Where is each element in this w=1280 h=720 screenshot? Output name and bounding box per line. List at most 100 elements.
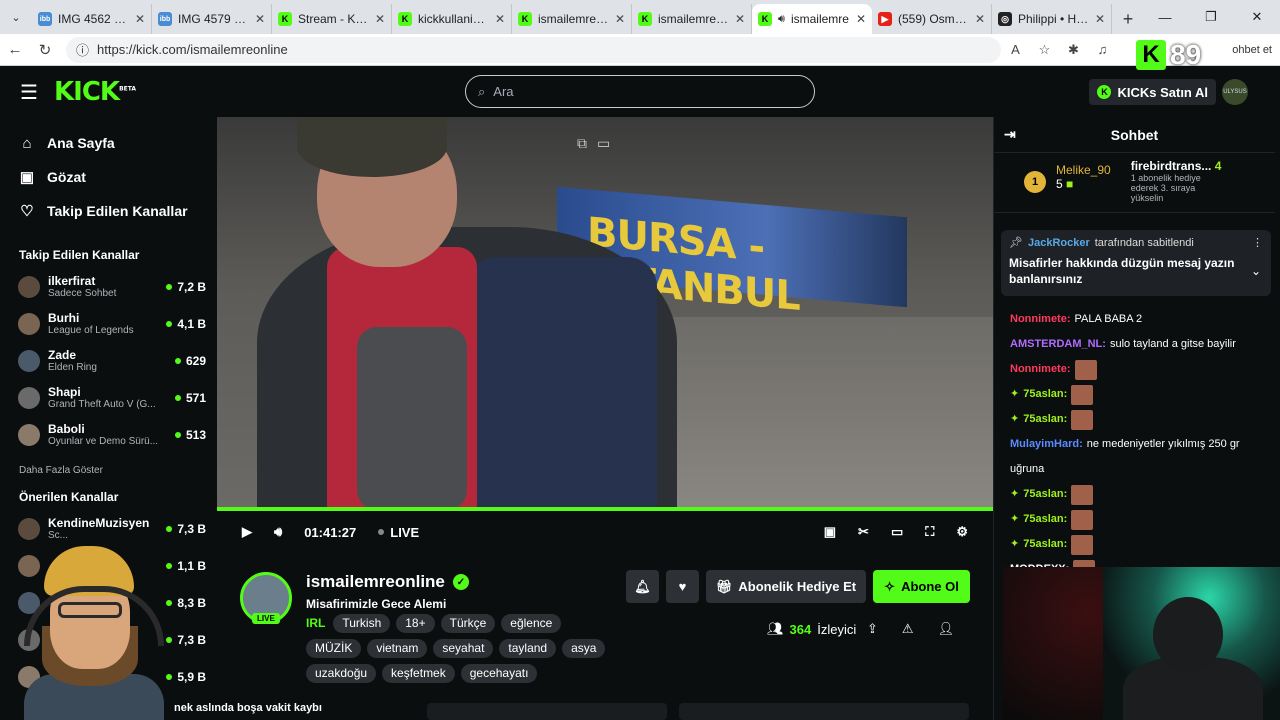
video-player[interactable]: BURSA - İSTANBUL ⧉ ▭ <box>217 117 993 510</box>
tab-close-icon[interactable]: ✕ <box>615 12 625 26</box>
channel-name: Baboli <box>48 422 85 436</box>
tab-favicon-icon: ▶ <box>878 12 892 26</box>
stream-tag[interactable]: seyahat <box>433 639 494 658</box>
leader-one[interactable]: Melike_90 5 ■ <box>1056 163 1111 212</box>
favorite-star-icon[interactable]: ☆ <box>1030 42 1059 58</box>
reload-icon[interactable]: ↻ <box>30 41 60 59</box>
gift-subscription-button[interactable]: 🎁︎ Abonelik Hediye Et <box>706 570 866 603</box>
follow-heart-button[interactable]: ♥ <box>666 570 699 603</box>
chat-username[interactable]: 75aslan: <box>1023 407 1067 432</box>
browser-tab[interactable]: ibb IMG 4562 hoste ✕ <box>32 4 152 34</box>
stream-tag[interactable]: Turkish <box>333 614 391 633</box>
tab-close-icon[interactable]: ✕ <box>495 12 505 26</box>
channel-row[interactable]: Shapi Grand Theft Auto V (G... 571 <box>4 379 216 416</box>
buy-kicks-button[interactable]: K KICKs Satın Al <box>1089 79 1216 105</box>
stream-tag[interactable]: vietnam <box>367 639 428 658</box>
browser-tab[interactable]: Kismailemreonlin ✕ <box>512 4 632 34</box>
stream-tag[interactable]: tayland <box>499 639 557 658</box>
sidebar-nav-item[interactable]: ♡ Takip Edilen Kanallar <box>4 194 216 228</box>
notification-bell-button[interactable]: 🔔︎ <box>626 570 659 603</box>
chat-username[interactable]: Nonnimete: <box>1010 307 1071 332</box>
stream-tag[interactable]: gecehayatı <box>460 664 538 683</box>
channel-row[interactable]: Baboli Oyunlar ve Demo Sürü... 513 <box>4 416 216 453</box>
stream-tag[interactable]: MÜZİK <box>306 639 362 658</box>
chat-username[interactable]: AMSTERDAM_NL: <box>1010 332 1106 357</box>
tab-close-icon[interactable]: ✕ <box>1095 12 1105 26</box>
new-tab-button[interactable]: + <box>1112 4 1144 34</box>
extensions-icon[interactable]: ✱ <box>1059 42 1088 58</box>
add-user-icon[interactable]: 👤︎ <box>938 621 955 637</box>
chat-username[interactable]: 75aslan: <box>1023 532 1067 557</box>
pinned-message[interactable]: 📌︎ JackRocker tarafından sabitlendi ⋮ Mis… <box>1001 230 1271 296</box>
browser-tab[interactable]: K 🔊︎ ismailemre ✕ <box>752 4 872 34</box>
browser-tab[interactable]: Kkickkullanicisi99 ✕ <box>392 4 512 34</box>
share-icon[interactable]: ⇪ <box>867 621 878 637</box>
channel-row[interactable]: Zade Elden Ring 629 <box>4 342 216 379</box>
read-aloud-icon[interactable]: A <box>1001 42 1030 57</box>
back-icon[interactable]: ← <box>0 41 30 58</box>
sidebar-nav-item[interactable]: ⌂ Ana Sayfa <box>4 126 216 160</box>
tab-close-icon[interactable]: ✕ <box>375 12 385 26</box>
chat-message: ✦ 75aslan: <box>1010 407 1270 432</box>
stream-tag[interactable]: keşfetmek <box>382 664 455 683</box>
cast-icon[interactable]: ▭ <box>597 135 610 159</box>
chat-username[interactable]: MulayimHard: <box>1010 432 1083 457</box>
report-icon[interactable]: ⚠ <box>902 621 914 637</box>
play-icon[interactable]: ▶ <box>242 524 252 540</box>
media-icon[interactable]: ♫ <box>1088 42 1117 57</box>
sidebar-nav-item[interactable]: ▣ Gözat <box>4 160 216 194</box>
tab-list-chevron-icon[interactable]: ⌄ <box>0 0 32 34</box>
user-avatar[interactable]: ULYSUS <box>1222 79 1248 105</box>
chat-username[interactable]: Nonnimete: <box>1010 357 1071 382</box>
channel-row[interactable]: Burhi League of Legends 4,1 B <box>4 305 216 342</box>
stream-tag[interactable]: Türkçe <box>440 614 496 633</box>
search-input[interactable]: ⌕ Ara <box>465 75 815 108</box>
channel-row[interactable]: ilkerfirat Sadece Sohbet 7,2 B <box>4 268 216 305</box>
browser-tab[interactable]: ibb IMG 4579 hoste ✕ <box>152 4 272 34</box>
url-field[interactable]: ⓘ https://kick.com/ismailemreonline <box>66 36 1001 63</box>
menu-burger-icon[interactable]: ☰ <box>4 80 54 105</box>
sohbet-tab-label[interactable]: ohbet et <box>1232 44 1272 56</box>
chat-username[interactable]: 75aslan: <box>1023 382 1067 407</box>
fullscreen-icon[interactable]: ⛶ <box>925 524 934 540</box>
tab-close-icon[interactable]: ✕ <box>975 12 985 26</box>
settings-gear-icon[interactable]: ⚙ <box>956 524 968 540</box>
maximize-icon[interactable]: ❐ <box>1188 0 1234 34</box>
chat-username[interactable]: 75aslan: <box>1023 507 1067 532</box>
channel-name[interactable]: ismailemreonline <box>306 572 445 592</box>
more-options-icon[interactable]: ⋮ <box>1252 236 1263 249</box>
chat-message: ✦ 75aslan: <box>1010 482 1270 507</box>
tab-close-icon[interactable]: ✕ <box>135 12 145 26</box>
browser-tab[interactable]: K Stream - Kick D ✕ <box>272 4 392 34</box>
channel-name-row: ismailemreonline ✓ <box>306 572 469 592</box>
audio-playing-icon[interactable]: 🔊︎ <box>778 13 785 26</box>
chat-text: PALA BABA 2 <box>1074 313 1143 325</box>
browser-tab[interactable]: ▶ (559) Osmanlı'd ✕ <box>872 4 992 34</box>
clip-icon[interactable]: ✂ <box>858 524 869 540</box>
tab-close-icon[interactable]: ✕ <box>255 12 265 26</box>
leader-two[interactable]: firebirdtrans... 4 1 abonelik hediye eder… <box>1131 159 1222 212</box>
minimize-icon[interactable]: — <box>1142 0 1188 34</box>
tab-close-icon[interactable]: ✕ <box>856 12 866 26</box>
subscribe-button[interactable]: ✧ Abone Ol <box>873 570 970 603</box>
pip-icon[interactable]: ⧉ <box>577 135 587 159</box>
browser-tab[interactable]: ◎ Philippi • HBO M ✕ <box>992 4 1112 34</box>
stream-tag[interactable]: 18+ <box>396 614 435 633</box>
stream-tag[interactable]: uzakdoğu <box>306 664 377 683</box>
tab-close-icon[interactable]: ✕ <box>735 12 745 26</box>
chat-username[interactable]: 75aslan: <box>1023 482 1067 507</box>
close-window-icon[interactable]: ✕ <box>1234 0 1280 34</box>
theater-mode-icon[interactable]: ▭ <box>891 524 903 540</box>
channel-row[interactable]: KendineMuzisyen Sc... 7,3 B <box>4 510 216 547</box>
volume-icon[interactable]: 🔊︎ <box>274 524 282 540</box>
site-info-icon[interactable]: ⓘ <box>76 40 89 59</box>
miniplayer-icon[interactable]: ▣ <box>824 524 836 540</box>
chevron-down-icon[interactable]: ⌄ <box>1251 264 1261 278</box>
browser-tab[interactable]: Kismailemreonlin ✕ <box>632 4 752 34</box>
stream-tag[interactable]: eğlence <box>501 614 562 633</box>
category-link[interactable]: IRL <box>306 614 325 633</box>
kick-logo[interactable]: KICKBETA <box>54 77 136 107</box>
collapse-chat-icon[interactable]: ⇥ <box>1004 126 1016 143</box>
show-more-link[interactable]: Daha Fazla Göster <box>19 465 216 476</box>
stream-tag[interactable]: asya <box>562 639 606 658</box>
